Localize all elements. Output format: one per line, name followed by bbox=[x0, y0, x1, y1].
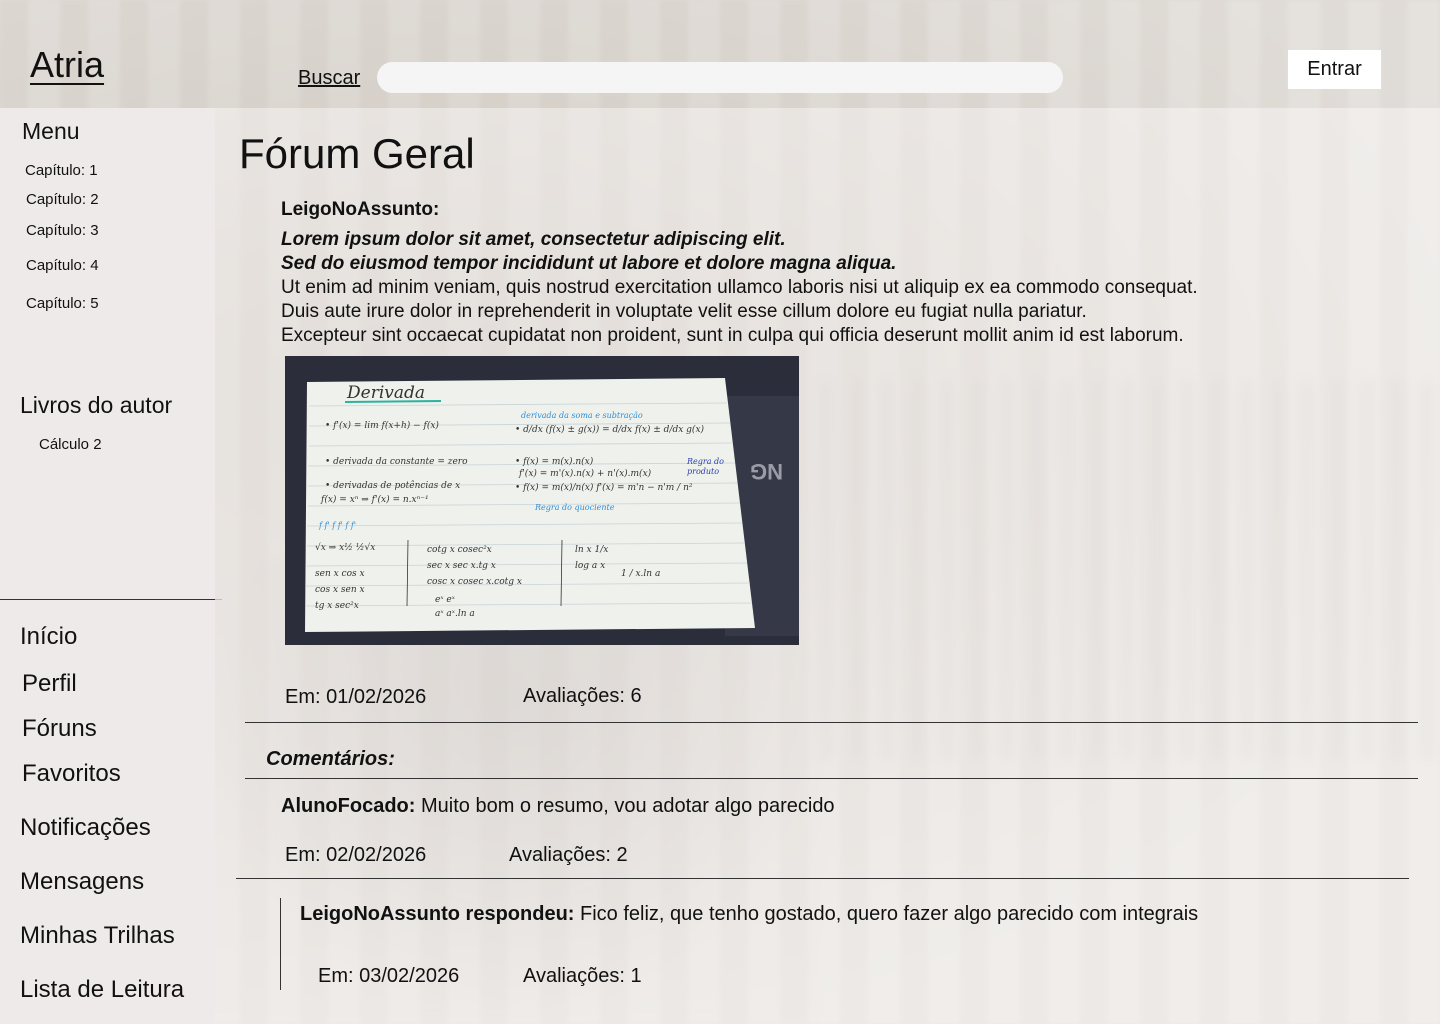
nav-minhas-trilhas[interactable]: Minhas Trilhas bbox=[20, 922, 175, 950]
login-button[interactable]: Entrar bbox=[1288, 50, 1381, 89]
post-line-2: Sed do eiusmod tempor incididunt ut labo… bbox=[281, 253, 897, 274]
svg-text:log a x: log a x bbox=[575, 561, 605, 571]
sidebar: Menu Capítulo: 1 Capítulo: 2 Capítulo: 3… bbox=[0, 108, 222, 1024]
post-author[interactable]: LeigoNoAssunto: bbox=[281, 199, 439, 221]
svg-text:• f(x) = m(x).n(x): • f(x) = m(x).n(x) bbox=[515, 456, 594, 467]
svg-text:• f'(x) = lim f(x+h) − f(x): • f'(x) = lim f(x+h) − f(x) bbox=[325, 420, 439, 431]
sidebar-chapter-5[interactable]: Capítulo: 5 bbox=[26, 295, 99, 312]
svg-text:f(x) = xⁿ ⇒ f'(x) = n.xⁿ⁻¹: f(x) = xⁿ ⇒ f'(x) = n.xⁿ⁻¹ bbox=[320, 494, 429, 505]
reply-author[interactable]: LeigoNoAssunto respondeu: bbox=[300, 903, 574, 925]
svg-text:• d/dx (f(x) ± g(x)) = d/dx f(: • d/dx (f(x) ± g(x)) = d/dx f(x) ± d/dx … bbox=[515, 424, 705, 435]
reply-ratings[interactable]: Avaliações: 1 bbox=[523, 965, 642, 988]
post-date: Em: 01/02/2026 bbox=[285, 686, 427, 708]
comment-ratings[interactable]: Avaliações: 2 bbox=[509, 844, 628, 867]
nav-mensagens[interactable]: Mensagens bbox=[20, 868, 144, 896]
post-line-5: Excepteur sint occaecat cupidatat non pr… bbox=[281, 325, 1184, 346]
svg-text:sec x sec x.tg x: sec x sec x.tg x bbox=[427, 561, 496, 571]
reply-indent-bar bbox=[280, 898, 281, 990]
svg-text:• f(x) = m(x)/n(x) f'(x) = m': • f(x) = m(x)/n(x) f'(x) = m'n − n'm / n… bbox=[515, 482, 693, 493]
post-image-title: Derivada bbox=[346, 383, 425, 403]
nav-perfil[interactable]: Perfil bbox=[22, 670, 77, 698]
forum-main: Fórum Geral LeigoNoAssunto: Lorem ipsum … bbox=[215, 108, 1440, 1024]
sidebar-divider bbox=[0, 599, 222, 600]
nav-lista-de-leitura[interactable]: Lista de Leitura bbox=[20, 976, 184, 1004]
svg-text:f f' f f': f f' f f' f f' bbox=[318, 521, 356, 530]
svg-text:1 / x.ln a: 1 / x.ln a bbox=[621, 569, 660, 579]
comment-divider bbox=[236, 878, 1409, 879]
svg-text:Regra do: Regra do bbox=[686, 457, 724, 466]
comment-date: Em: 02/02/2026 bbox=[285, 844, 427, 866]
svg-text:sen x cos x: sen x cos x bbox=[315, 569, 365, 579]
sidebar-chapter-2[interactable]: Capítulo: 2 bbox=[26, 191, 99, 208]
reply-item: LeigoNoAssunto respondeu: Fico feliz, qu… bbox=[300, 903, 1198, 926]
svg-text:derivada da soma e subtração: derivada da soma e subtração bbox=[521, 411, 643, 420]
reply-body: Fico feliz, que tenho gostado, quero faz… bbox=[574, 903, 1199, 925]
svg-text:Regra do quociente: Regra do quociente bbox=[534, 503, 615, 512]
nav-inicio[interactable]: Início bbox=[20, 623, 77, 651]
svg-text:f'(x) = m'(x).n(x) + n'(x).m(x: f'(x) = m'(x).n(x) + n'(x).m(x) bbox=[518, 468, 652, 479]
post-image-derivative-notes[interactable]: NG Derivada • f'(x) = lim f(x+h) − f(x) … bbox=[285, 356, 799, 645]
svg-text:aˣ aˣ.ln a: aˣ aˣ.ln a bbox=[435, 609, 475, 619]
nav-notificacoes[interactable]: Notificações bbox=[20, 814, 151, 842]
post-line-3: Ut enim ad minim veniam, quis nostrud ex… bbox=[281, 277, 1198, 298]
post-line-4: Duis aute irure dolor in reprehenderit i… bbox=[281, 301, 1087, 322]
svg-text:• derivadas de potências de x: • derivadas de potências de x bbox=[325, 480, 460, 491]
sidebar-chapter-1[interactable]: Capítulo: 1 bbox=[25, 162, 98, 179]
nav-foruns[interactable]: Fóruns bbox=[22, 715, 97, 743]
svg-text:produto: produto bbox=[687, 467, 719, 476]
svg-text:ln x 1/x: ln x 1/x bbox=[575, 545, 608, 555]
top-header: Atria Buscar Entrar bbox=[0, 0, 1440, 108]
nav-favoritos[interactable]: Favoritos bbox=[22, 760, 121, 788]
author-book-item[interactable]: Cálculo 2 bbox=[39, 436, 102, 453]
sidebar-chapter-3[interactable]: Capítulo: 3 bbox=[26, 222, 99, 239]
logo-link[interactable]: Atria bbox=[30, 44, 104, 86]
comment-body: Muito bom o resumo, vou adotar algo pare… bbox=[415, 795, 835, 817]
svg-text:tg x sec²x: tg x sec²x bbox=[315, 601, 359, 611]
comments-divider bbox=[245, 778, 1418, 779]
comment-author[interactable]: AlunoFocado: bbox=[281, 795, 415, 817]
svg-text:cotg x cosec²x: cotg x cosec²x bbox=[427, 545, 492, 555]
post-line-1: Lorem ipsum dolor sit amet, consectetur … bbox=[281, 229, 786, 250]
sidebar-chapter-4[interactable]: Capítulo: 4 bbox=[26, 257, 99, 274]
svg-text:cosc x cosec x.cotg x: cosc x cosec x.cotg x bbox=[427, 577, 522, 587]
svg-text:NG: NG bbox=[750, 459, 783, 484]
svg-text:cos x sen x: cos x sen x bbox=[315, 585, 365, 595]
search-input[interactable] bbox=[377, 62, 1063, 93]
post-divider bbox=[245, 722, 1418, 723]
svg-text:• derivada da constante = zero: • derivada da constante = zero bbox=[325, 457, 468, 467]
menu-title: Menu bbox=[22, 118, 80, 144]
post-body: Lorem ipsum dolor sit amet, consectetur … bbox=[281, 228, 1381, 348]
svg-text:√x ⇒ x½ ½√x: √x ⇒ x½ ½√x bbox=[315, 542, 375, 553]
comment-item: AlunoFocado: Muito bom o resumo, vou ado… bbox=[281, 795, 835, 818]
comments-title: Comentários: bbox=[266, 748, 395, 770]
page-title: Fórum Geral bbox=[239, 130, 475, 177]
search-label-link[interactable]: Buscar bbox=[298, 67, 360, 90]
svg-text:eˣ eˣ: eˣ eˣ bbox=[435, 595, 456, 605]
post-ratings[interactable]: Avaliações: 6 bbox=[523, 685, 642, 708]
reply-date: Em: 03/02/2026 bbox=[318, 965, 460, 987]
author-books-title: Livros do autor bbox=[20, 392, 173, 418]
